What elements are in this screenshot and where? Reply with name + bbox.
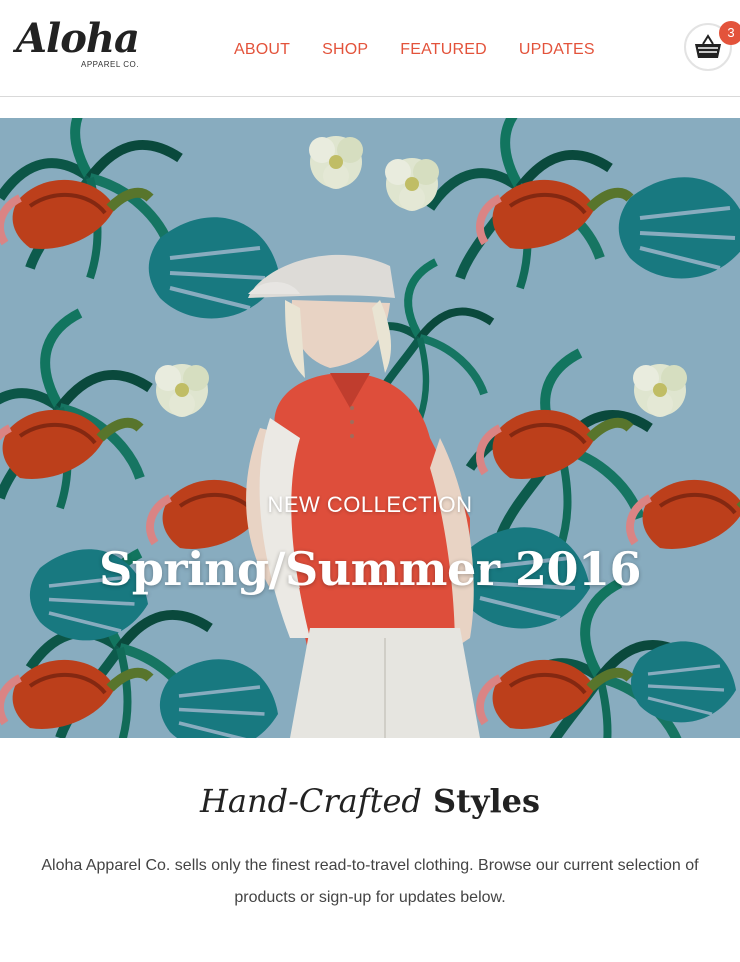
cart-button[interactable]: 3 [684, 21, 740, 71]
brand-logo-wordmark: Aloha [16, 15, 140, 62]
intro-heading: Hand-Crafted Styles [0, 778, 740, 824]
hero-title: Spring/Summer 2016 [98, 542, 642, 596]
cart-count-badge: 3 [719, 21, 740, 45]
site-header: Aloha APPAREL CO. ABOUT SHOP FEATURED UP… [0, 0, 740, 97]
brand-logo-subtitle: APPAREL CO. [81, 60, 139, 69]
nav-link-featured[interactable]: FEATURED [400, 41, 487, 59]
intro-description: Aloha Apparel Co. sells only the finest … [41, 857, 699, 906]
intro-section: Hand-Crafted Styles Aloha Apparel Co. se… [0, 778, 740, 914]
main-nav: ABOUT SHOP FEATURED UPDATES [234, 41, 595, 59]
intro-heading-bold: Styles [433, 782, 541, 820]
nav-link-updates[interactable]: UPDATES [519, 41, 595, 59]
brand-logo[interactable]: Aloha APPAREL CO. [16, 16, 141, 74]
nav-link-about[interactable]: ABOUT [234, 41, 290, 59]
nav-link-shop[interactable]: SHOP [322, 41, 368, 59]
basket-icon [695, 34, 721, 58]
hero-eyebrow: NEW COLLECTION [267, 492, 473, 517]
intro-heading-italic: Hand-Crafted [199, 782, 422, 820]
hero-image [0, 118, 740, 738]
hero-banner: NEW COLLECTION Spring/Summer 2016 [0, 118, 740, 738]
